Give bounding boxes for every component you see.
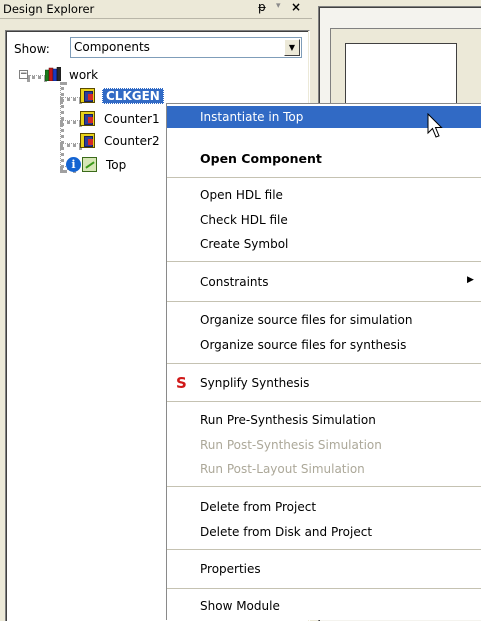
menu-item-label: Delete from Project: [200, 500, 317, 514]
menu-item-organize-synthesis[interactable]: Organize source files for synthesis: [167, 334, 481, 356]
tree-item-label: Counter1: [104, 112, 160, 126]
tree-connector: [60, 97, 82, 101]
menu-separator: [167, 177, 481, 178]
menu-item-label: Delete from Disk and Project: [200, 525, 373, 539]
menu-separator: [167, 401, 481, 402]
tree-connector: [60, 143, 82, 147]
menu-item-label: Synplify Synthesis: [200, 376, 310, 390]
menu-item-open-component[interactable]: Open Component: [167, 147, 481, 169]
menu-item-label: Check HDL file: [200, 213, 288, 227]
tree-connector: [60, 120, 82, 124]
tree-connector: [60, 82, 64, 173]
tree-item-label: work: [69, 68, 99, 82]
menu-separator: [167, 486, 481, 487]
component-icon: [80, 133, 95, 148]
menu-item-label: Show Module: [200, 599, 280, 613]
tree-item-label: CLKGEN: [102, 88, 164, 104]
menu-item-constraints[interactable]: Constraints ▶: [167, 271, 481, 293]
menu-item-delete-from-project[interactable]: Delete from Project: [167, 496, 481, 518]
menu-item-label: Create Symbol: [200, 237, 289, 251]
menu-item-run-post-layout: Run Post-Layout Simulation: [167, 458, 481, 480]
menu-separator: [167, 549, 481, 550]
menu-item-show-module[interactable]: Show Module: [167, 595, 481, 617]
menu-item-label: Run Pre-Synthesis Simulation: [200, 413, 376, 427]
menu-item-delete-from-disk[interactable]: Delete from Disk and Project: [167, 521, 481, 543]
menu-item-run-pre-synthesis[interactable]: Run Pre-Synthesis Simulation: [167, 409, 481, 431]
menu-item-create-symbol[interactable]: Create Symbol: [167, 233, 481, 255]
menu-item-check-hdl-file[interactable]: Check HDL file: [167, 209, 481, 231]
info-icon: i: [66, 157, 81, 172]
top-module-icon: [82, 157, 97, 172]
menu-item-label: Instantiate in Top: [200, 110, 304, 124]
close-icon[interactable]: ×: [291, 0, 301, 14]
tree-item-label: Top: [106, 158, 127, 172]
mouse-cursor-icon: [427, 113, 443, 138]
chevron-down-icon[interactable]: ▼: [284, 39, 300, 56]
menu-item-properties[interactable]: Properties: [167, 558, 481, 580]
collapse-icon[interactable]: −: [19, 70, 28, 79]
component-icon: [80, 88, 95, 103]
preview-box: [345, 43, 457, 110]
menu-separator: [167, 301, 481, 302]
menu-separator: [167, 261, 481, 262]
menu-separator: [167, 363, 481, 364]
menu-item-label: Organize source files for simulation: [200, 313, 413, 327]
show-dropdown[interactable]: Components ▼: [70, 37, 302, 58]
tree-item-label: Counter2: [104, 134, 160, 148]
component-icon: [80, 111, 95, 126]
submenu-arrow-icon: ▶: [467, 275, 474, 285]
menu-item-synplify-synthesis[interactable]: S Synplify Synthesis: [167, 372, 481, 394]
menu-item-label: Open HDL file: [200, 188, 283, 202]
menu-item-open-hdl-file[interactable]: Open HDL file: [167, 184, 481, 206]
menu-item-label: Run Post-Synthesis Simulation: [200, 438, 382, 452]
menu-item-label: Open Component: [200, 151, 322, 166]
panel-title: Design Explorer: [3, 2, 95, 16]
menu-separator: [167, 588, 481, 589]
show-label: Show:: [14, 42, 50, 56]
menu-item-run-post-synthesis: Run Post-Synthesis Simulation: [167, 434, 481, 456]
menu-item-label: Organize source files for synthesis: [200, 338, 407, 352]
show-dropdown-value: Components: [74, 40, 150, 54]
panel-title-bar: Design Explorer ᵽ ▾ ×: [0, 0, 312, 19]
tree-connector: [27, 75, 47, 79]
menu-item-label: Run Post-Layout Simulation: [200, 462, 365, 476]
synplify-icon: S: [176, 374, 187, 392]
menu-item-label: Properties: [200, 562, 261, 576]
pin-icon[interactable]: ᵽ: [258, 0, 266, 14]
menu-item-organize-simulation[interactable]: Organize source files for simulation: [167, 309, 481, 331]
context-menu: Instantiate in Top Open Component Open H…: [166, 103, 481, 620]
panel-menu-icon[interactable]: ▾: [276, 1, 281, 11]
menu-item-label: Constraints: [200, 275, 269, 289]
library-icon: [45, 67, 61, 81]
